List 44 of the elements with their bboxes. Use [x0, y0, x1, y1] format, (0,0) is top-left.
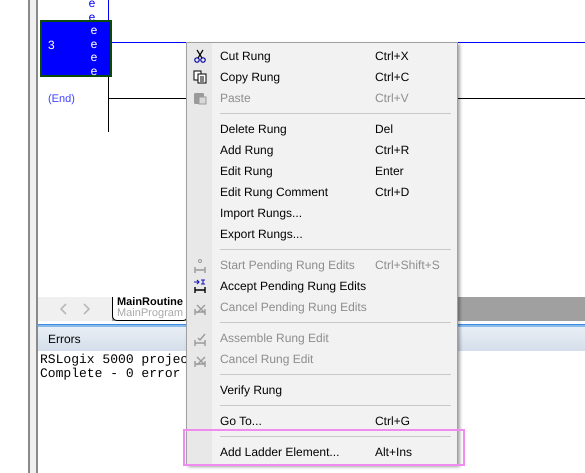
menu-item[interactable]: Accept Pending Rung Edits [220, 276, 375, 294]
panel-title: Errors [48, 331, 81, 348]
menu-item[interactable]: Cut Rung [220, 46, 375, 64]
rung-edit-icon [192, 278, 208, 294]
menu-item[interactable]: Copy Rung [220, 68, 375, 86]
shortcut-label: Ctrl+C [375, 68, 410, 86]
menu-item: Cancel Pending Rung Edits [220, 298, 368, 316]
shortcut-label: Ctrl+X [375, 48, 409, 64]
menu-item: Paste [220, 90, 252, 106]
shortcut-label: Ctrl+V [375, 90, 409, 106]
rung-edit-icon [192, 256, 208, 272]
scissors-icon [192, 48, 208, 64]
rung-number: 3 [48, 38, 55, 52]
rung-header[interactable]: 3 e e e e [40, 20, 112, 77]
output-line: RSLogix 5000 projec [40, 353, 188, 367]
menu-item[interactable]: Add Rung [220, 140, 375, 158]
menu-item: Start Pending Rung Edits [220, 256, 356, 274]
menu-item[interactable]: Edit Rung [220, 162, 375, 180]
menu-item: Cancel Rung Edit [220, 350, 314, 368]
edit-mark: e [90, 38, 98, 51]
edit-mark: e [90, 64, 98, 78]
copy-icon [192, 68, 208, 84]
menu-item[interactable]: Add Ladder Element... [220, 442, 375, 460]
splitter-bar[interactable] [28, 0, 38, 473]
menu-item[interactable]: Delete Rung [220, 120, 375, 138]
edit-mark: e [88, 0, 96, 10]
menu-item[interactable]: Go To... [220, 412, 375, 430]
shortcut-label: Del [375, 120, 394, 138]
menu-item[interactable]: Verify Rung [220, 380, 375, 398]
shortcut-label: Alt+Ins [375, 444, 412, 460]
menu-item: Assemble Rung Edit [220, 330, 330, 346]
menu-item[interactable]: Edit Rung Comment [220, 182, 375, 200]
edit-mark: e [90, 24, 98, 38]
shortcut-label: Ctrl+Shift+S [375, 256, 440, 274]
menu-item[interactable]: Import Rungs... [220, 204, 375, 222]
output-line: Complete - 0 error [40, 367, 180, 381]
shortcut-label: Ctrl+D [375, 184, 410, 200]
routine-tab[interactable]: MainRoutine MainProgram [112, 297, 188, 321]
menu-item[interactable]: Export Rungs... [220, 224, 375, 242]
shortcut-label: Enter [375, 162, 404, 180]
shortcut-label: Ctrl+G [375, 412, 410, 430]
shortcut-label: Ctrl+R [375, 142, 410, 158]
edit-mark: e [90, 51, 98, 64]
end-label: (End) [48, 92, 75, 107]
